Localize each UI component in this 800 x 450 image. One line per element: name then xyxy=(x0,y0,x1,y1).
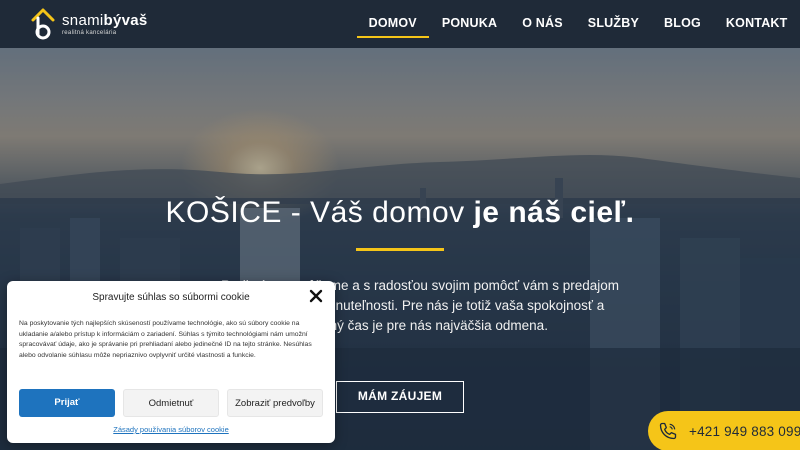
logo-name-bold: býva xyxy=(103,11,139,29)
hero-title-underline xyxy=(356,248,444,251)
phone-icon xyxy=(651,414,685,448)
phone-contact-button[interactable]: +421 949 883 099 xyxy=(648,411,800,450)
site-header: snamibývaš realitná kancelária DOMOV PON… xyxy=(0,0,800,48)
nav-item-kontakt[interactable]: KONTAKT xyxy=(714,0,800,48)
interest-button[interactable]: MÁM ZÁUJEM xyxy=(336,381,464,413)
logo[interactable]: snamibývaš realitná kancelária xyxy=(30,6,148,42)
logo-tagline: realitná kancelária xyxy=(62,29,117,36)
logo-text: snamibývaš realitná kancelária xyxy=(62,13,148,36)
logo-name-light: snami xyxy=(62,11,104,29)
nav-item-domov[interactable]: DOMOV xyxy=(356,0,430,48)
main-nav: DOMOV PONUKA O NÁS SLUŽBY BLOG KONTAKT xyxy=(356,0,800,48)
cookie-consent-dialog: Spravujte súhlas so súbormi cookie Na po… xyxy=(7,281,335,443)
view-preferences-button[interactable]: Zobraziť predvoľby xyxy=(227,389,323,417)
accept-cookies-button[interactable]: Prijať xyxy=(19,389,115,417)
nav-item-blog[interactable]: BLOG xyxy=(652,0,713,48)
nav-item-o-nas[interactable]: O NÁS xyxy=(510,0,575,48)
cookie-dialog-body: Na poskytovanie tých najlepších skúsenos… xyxy=(19,320,312,359)
deny-cookies-button[interactable]: Odmietnuť xyxy=(123,389,219,417)
close-icon[interactable] xyxy=(309,289,323,303)
nav-item-sluzby[interactable]: SLUŽBY xyxy=(576,0,651,48)
logo-name-end: š xyxy=(138,11,148,29)
hero-title: KOŠICE - Váš domov je náš cieľ. xyxy=(0,196,800,230)
cookie-policy-link[interactable]: Zásady používania súborov cookie xyxy=(7,425,335,434)
hero-title-light: KOŠICE - Váš domov xyxy=(165,196,474,229)
phone-number: +421 949 883 099 xyxy=(689,423,800,439)
cookie-dialog-title: Spravujte súhlas so súbormi cookie xyxy=(92,292,250,303)
nav-item-ponuka[interactable]: PONUKA xyxy=(430,0,509,48)
logo-name: snamibývaš xyxy=(62,13,148,28)
hero-title-bold: je náš cieľ. xyxy=(473,196,635,229)
logo-house-icon xyxy=(30,6,56,42)
